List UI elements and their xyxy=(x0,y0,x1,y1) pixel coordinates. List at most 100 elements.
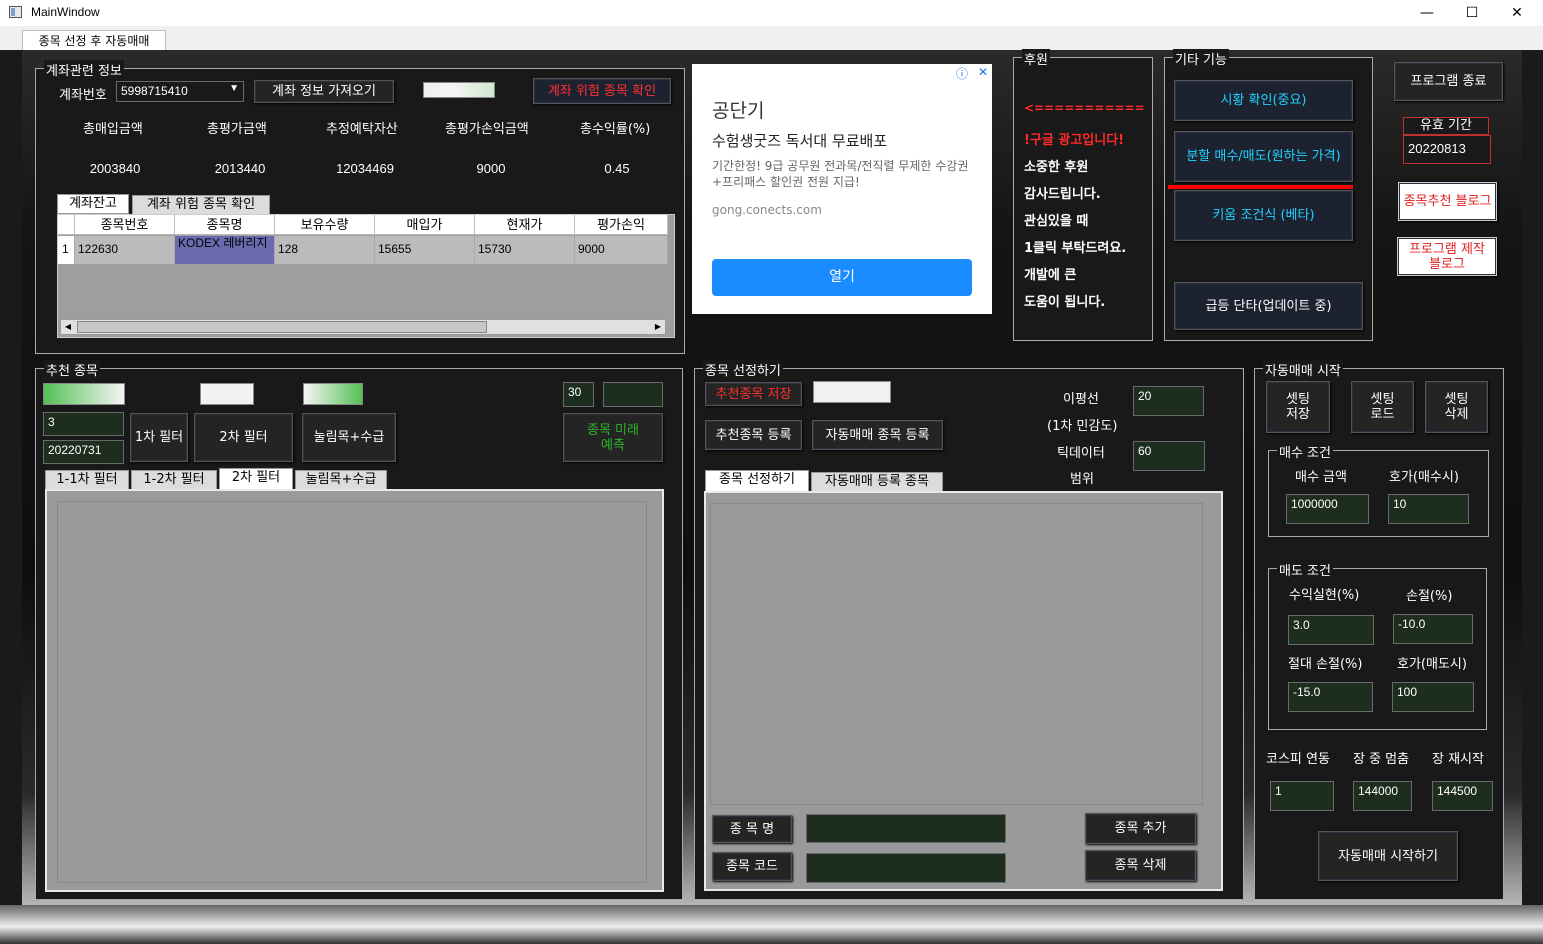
surge-scalp-button[interactable]: 급등 단타(업데이트 중) xyxy=(1174,282,1363,330)
account-value: 5998715410 xyxy=(121,84,188,98)
col-header: 종목번호 xyxy=(75,215,175,235)
ma-sub-label: (1차 민감도) xyxy=(1047,419,1118,434)
add-stock-button[interactable]: 종목 추가 xyxy=(1085,813,1196,844)
loss-input[interactable]: -10.0 xyxy=(1393,614,1473,644)
filter2-button[interactable]: 2차 필터 xyxy=(194,413,293,462)
filter3-button[interactable]: 눌림목+수급 xyxy=(302,413,396,462)
kiwoom-condition-button[interactable]: 키움 조건식 (베타) xyxy=(1174,190,1353,241)
profit-label: 수익실현(%) xyxy=(1289,588,1360,603)
group-title: 후원 xyxy=(1022,49,1050,68)
tab-filter-2[interactable]: 2차 필터 xyxy=(219,468,293,490)
table-cell[interactable]: 9000 xyxy=(575,236,668,264)
risk-check-button[interactable]: 계좌 위험 종목 확인 xyxy=(533,78,671,104)
delete-stock-button[interactable]: 종목 삭제 xyxy=(1085,850,1196,881)
settings-delete-button[interactable]: 셋팅 삭제 xyxy=(1425,381,1488,433)
close-button[interactable]: ✕ xyxy=(1494,0,1540,26)
market-check-button[interactable]: 시황 확인(중요) xyxy=(1174,80,1353,121)
settings-save-button[interactable]: 셋팅 저장 xyxy=(1266,381,1330,433)
tab-filter-1-1[interactable]: 1-1차 필터 xyxy=(45,470,129,490)
window-title: MainWindow xyxy=(31,5,100,19)
account-select[interactable]: 5998715410 ▼ xyxy=(116,81,244,102)
sponsor-arrow: <=========== xyxy=(1024,101,1145,115)
col-header: 종목명 xyxy=(175,215,275,235)
tab-risk[interactable]: 계좌 위험 종목 확인 xyxy=(132,195,270,215)
col-header: 매입가 xyxy=(375,215,475,235)
table-cell[interactable]: 122630 xyxy=(75,236,175,264)
kospi-input[interactable]: 1 xyxy=(1270,781,1334,811)
ma-input[interactable]: 20 xyxy=(1133,386,1204,416)
chevron-down-icon: ▼ xyxy=(229,83,239,94)
ad-info-icon[interactable]: ⓘ xyxy=(956,65,968,82)
group-title: 계좌관련 정보 xyxy=(44,60,124,79)
title-bar: MainWindow — ☐ ✕ xyxy=(0,0,1543,26)
auto-register-button[interactable]: 자동매매 종목 등록 xyxy=(812,420,943,450)
sponsor-line: 1클릭 부탁드려요. xyxy=(1024,241,1127,256)
ad-url: gong.conects.com xyxy=(712,203,822,217)
sponsor-line: 감사드립니다. xyxy=(1024,187,1101,202)
start-auto-trading-button[interactable]: 자동매매 시작하기 xyxy=(1318,831,1458,881)
recommend-list[interactable] xyxy=(57,501,647,883)
filter1-button[interactable]: 1차 필터 xyxy=(130,413,188,462)
scroll-left-icon[interactable]: ◀ xyxy=(61,320,75,334)
abs-loss-input[interactable]: -15.0 xyxy=(1288,682,1373,712)
tab-auto-registered[interactable]: 자동매매 등록 종목 xyxy=(811,472,943,492)
summary-header: 총평가손익금액 xyxy=(445,122,529,137)
ad-banner[interactable]: ⓘ ✕ 공단기 수험생굿즈 독서대 무료배포 기간한정! 9급 공무원 전과목/… xyxy=(692,64,992,314)
validity-label: 유효 기간 xyxy=(1403,117,1489,135)
buy-tick-input[interactable]: 10 xyxy=(1388,494,1469,524)
summary-value: 2003840 xyxy=(89,161,141,176)
exit-program-button[interactable]: 프로그램 종료 xyxy=(1394,62,1503,101)
loss-label: 손절(%) xyxy=(1406,589,1453,604)
select-list[interactable] xyxy=(710,503,1203,805)
sponsor-line: 개발에 큰 xyxy=(1024,268,1077,283)
sell-tick-input[interactable]: 100 xyxy=(1392,682,1474,712)
tab-filter-3[interactable]: 눌림목+수급 xyxy=(295,470,387,490)
scroll-thumb[interactable] xyxy=(77,321,487,333)
maker-blog-button[interactable]: 프로그램 제작 블로그 xyxy=(1397,237,1497,276)
restart-input[interactable]: 144500 xyxy=(1432,781,1493,811)
validity-field[interactable]: 20220813 xyxy=(1403,135,1491,164)
tab-main[interactable]: 종목 선정 후 자동매매 xyxy=(22,30,166,52)
ad-close-icon[interactable]: ✕ xyxy=(978,65,988,79)
ad-headline: 수험생굿즈 독서대 무료배포 xyxy=(712,132,888,150)
table-cell[interactable]: 128 xyxy=(275,236,375,264)
days-output[interactable] xyxy=(603,382,663,407)
register-recommend-button[interactable]: 추천종목 등록 xyxy=(705,420,802,450)
split-trade-button[interactable]: 분할 매수/매도(원하는 가격) xyxy=(1174,131,1353,182)
sponsor-line: 관심있을 때 xyxy=(1024,214,1089,229)
ad-open-button[interactable]: 열기 xyxy=(712,259,972,296)
filter2-indicator xyxy=(200,383,254,405)
table-cell-selected[interactable]: KODEX 레버리지 xyxy=(175,236,275,264)
tab-balance[interactable]: 계좌잔고 xyxy=(57,194,129,214)
table-cell[interactable]: 15730 xyxy=(475,236,575,264)
bottom-gradient xyxy=(0,905,1543,944)
fetch-account-button[interactable]: 계좌 정보 가져오기 xyxy=(254,80,394,103)
stock-code-input[interactable] xyxy=(806,853,1006,883)
horizontal-scrollbar[interactable]: ◀ ▶ xyxy=(60,319,666,335)
settings-load-button[interactable]: 셋팅 로드 xyxy=(1351,381,1414,433)
pause-input[interactable]: 144000 xyxy=(1353,781,1412,811)
stock-name-input[interactable] xyxy=(806,814,1006,843)
buy-amount-input[interactable]: 1000000 xyxy=(1286,494,1369,524)
days-input[interactable]: 30 xyxy=(563,382,594,407)
maximize-button[interactable]: ☐ xyxy=(1449,0,1495,26)
tab-select[interactable]: 종목 선정하기 xyxy=(705,470,809,492)
predict-button[interactable]: 종목 미래 예측 xyxy=(563,413,663,462)
date-input[interactable]: 20220731 xyxy=(43,440,124,464)
count-input[interactable]: 3 xyxy=(43,412,124,436)
summary-value: 2013440 xyxy=(214,161,266,176)
recommend-list-panel[interactable] xyxy=(45,489,664,892)
scroll-right-icon[interactable]: ▶ xyxy=(651,320,665,334)
summary-value: 0.45 xyxy=(604,161,630,176)
group-title: 기타 기능 xyxy=(1173,49,1229,68)
sponsor-line: 도움이 됩니다. xyxy=(1024,295,1106,310)
table-cell[interactable]: 15655 xyxy=(375,236,475,264)
tab-filter-1-2[interactable]: 1-2차 필터 xyxy=(131,470,217,490)
minimize-button[interactable]: — xyxy=(1404,0,1450,26)
save-indicator xyxy=(813,381,891,403)
tick-input[interactable]: 60 xyxy=(1133,441,1205,471)
profit-input[interactable]: 3.0 xyxy=(1288,615,1374,645)
recommend-blog-button[interactable]: 종목추천 블로그 xyxy=(1398,182,1497,221)
save-recommend-button[interactable]: 추천종목 저장 xyxy=(705,382,802,406)
col-header: 현재가 xyxy=(475,215,575,235)
